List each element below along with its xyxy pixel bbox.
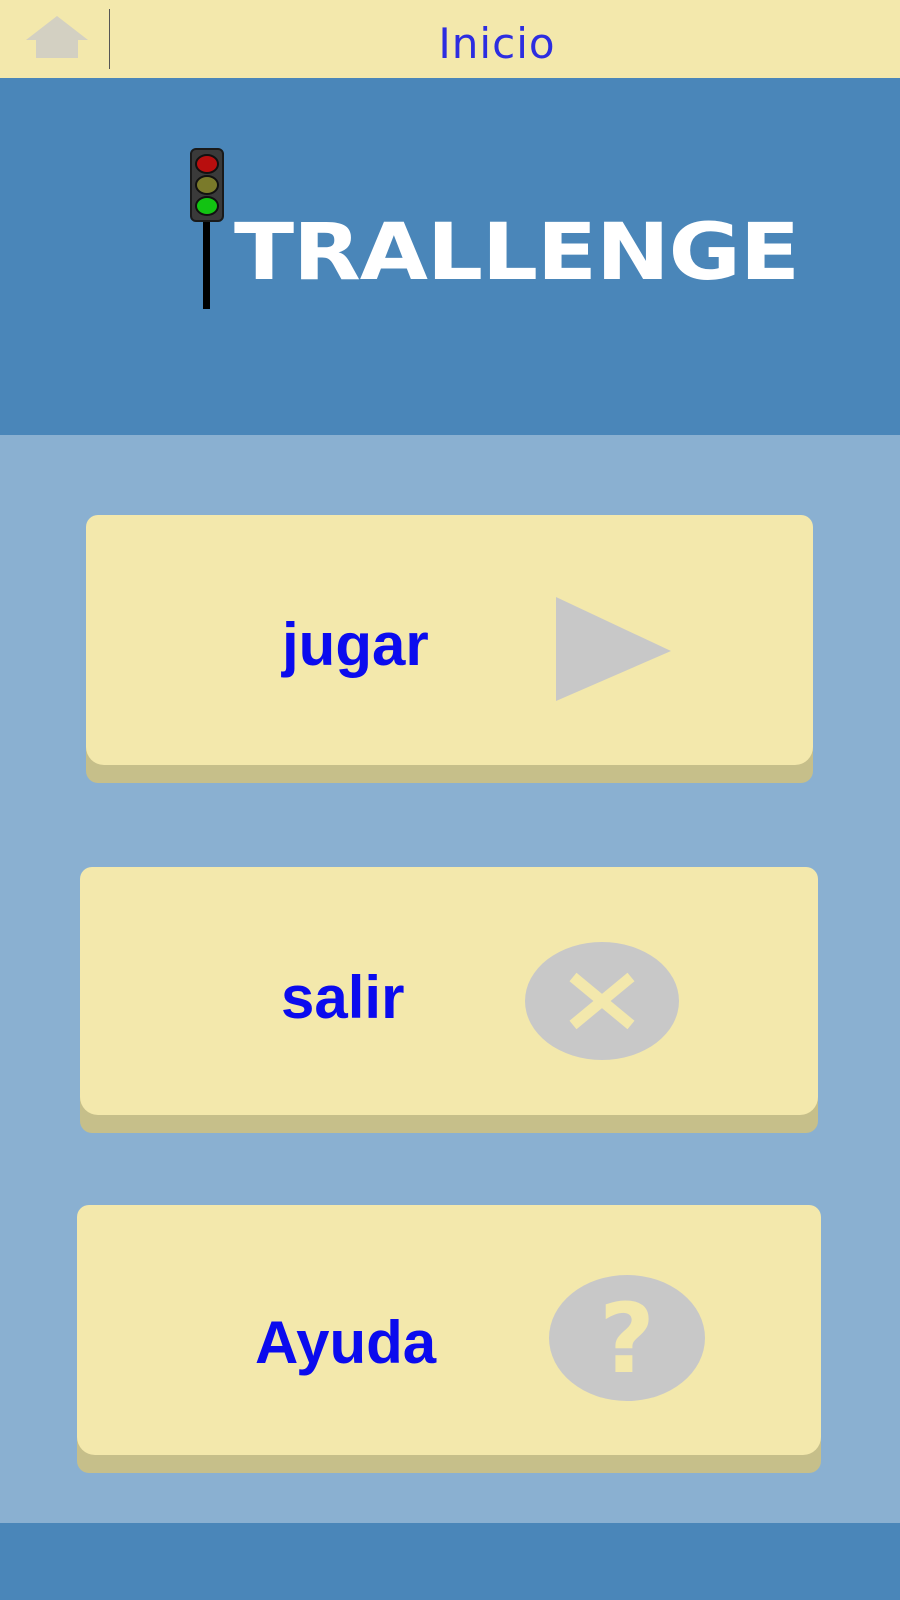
exit-button[interactable]: salir [80, 867, 818, 1133]
help-button-label: Ayuda [255, 1309, 437, 1376]
button-face [77, 1205, 821, 1455]
svg-text:?: ? [599, 1283, 655, 1395]
close-icon [525, 941, 680, 1061]
play-icon [556, 597, 676, 707]
logo-text: TRALLENGE [234, 208, 800, 298]
play-button-label: jugar [282, 611, 429, 678]
exit-button-label: salir [281, 964, 405, 1031]
help-icon: ? [548, 1274, 706, 1404]
home-button[interactable] [22, 12, 92, 64]
home-icon [22, 12, 92, 64]
top-bar: Inicio [0, 0, 900, 78]
footer-bar [0, 1523, 900, 1600]
button-face [80, 867, 818, 1115]
page-title: Inicio [438, 19, 556, 68]
button-face [86, 515, 813, 765]
play-button[interactable]: jugar [86, 515, 813, 783]
help-button[interactable]: Ayuda ? [77, 1205, 821, 1473]
